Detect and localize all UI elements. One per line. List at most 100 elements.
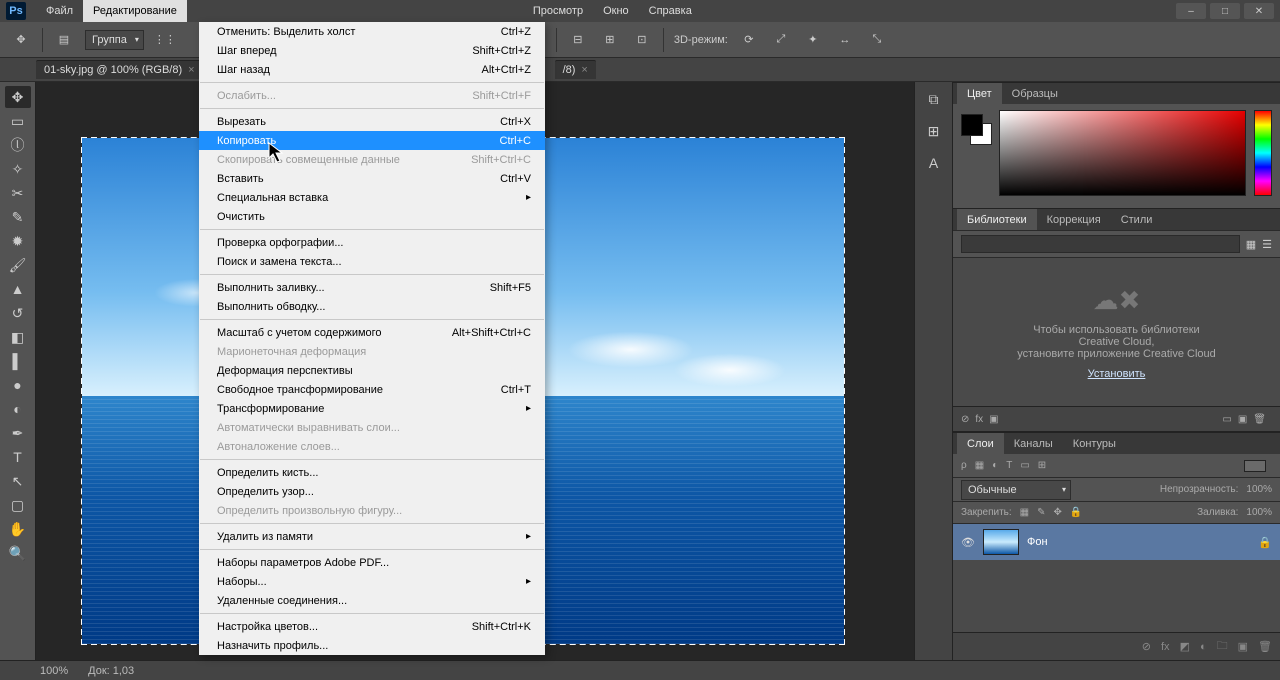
blend-mode-select[interactable]: Обычные <box>961 480 1071 500</box>
menu-item[interactable]: Шаг назадAlt+Ctrl+Z <box>199 60 545 79</box>
path-select-tool[interactable]: ↖ <box>5 470 31 492</box>
type-tool[interactable]: T <box>5 446 31 468</box>
filter-type-icon[interactable]: T <box>1006 460 1012 471</box>
menu-item[interactable]: Специальная вставка <box>199 188 545 207</box>
close-button[interactable]: ✕ <box>1244 3 1274 19</box>
scale-icon[interactable]: ⤡ <box>866 29 888 51</box>
layer-name[interactable]: Фон <box>1027 536 1048 548</box>
document-tab[interactable]: /8) × <box>555 60 596 79</box>
eyedropper-tool[interactable]: ✎ <box>5 206 31 228</box>
opacity-value[interactable]: 100% <box>1246 484 1272 495</box>
tab-swatches[interactable]: Образцы <box>1002 83 1068 104</box>
menu-item[interactable]: Назначить профиль... <box>199 636 545 655</box>
lock-all-icon[interactable]: 🔒 <box>1070 507 1082 518</box>
filter-shape-icon[interactable]: ▭ <box>1020 460 1029 471</box>
menu-item[interactable]: КопироватьCtrl+C <box>199 131 545 150</box>
lib-view-list-icon[interactable]: ☰ <box>1262 238 1272 251</box>
tab-paths[interactable]: Контуры <box>1063 433 1126 454</box>
menu-item[interactable]: Масштаб с учетом содержимогоAlt+Shift+Ct… <box>199 323 545 342</box>
menu-item[interactable]: Проверка орфографии... <box>199 233 545 252</box>
menu-item[interactable]: Выполнить обводку... <box>199 297 545 316</box>
menu-просмотр[interactable]: Просмотр <box>523 0 593 22</box>
lock-icon[interactable]: 🔒 <box>1258 536 1272 549</box>
history-brush-tool[interactable]: ↺ <box>5 302 31 324</box>
menu-item[interactable]: Настройка цветов...Shift+Ctrl+K <box>199 617 545 636</box>
hand-tool[interactable]: ✋ <box>5 518 31 540</box>
link-icon[interactable]: ⊘ <box>961 414 969 425</box>
menu-item[interactable]: Отменить: Выделить холстCtrl+Z <box>199 22 545 41</box>
character-panel-icon[interactable]: A <box>921 152 947 174</box>
menu-редактирование[interactable]: Редактирование <box>83 0 187 22</box>
filter-smart-icon[interactable]: ⊞ <box>1038 460 1046 471</box>
minimize-button[interactable]: – <box>1176 3 1206 19</box>
menu-item[interactable]: ВырезатьCtrl+X <box>199 112 545 131</box>
tab-styles[interactable]: Стили <box>1111 209 1163 230</box>
properties-panel-icon[interactable]: ⊞ <box>921 120 947 142</box>
menu-item[interactable]: Трансформирование <box>199 399 545 418</box>
distribute-2-icon[interactable]: ⊞ <box>599 29 621 51</box>
marquee-tool[interactable]: ▭ <box>5 110 31 132</box>
lock-transparency-icon[interactable]: ▦ <box>1020 507 1029 518</box>
lock-pixels-icon[interactable]: ✎ <box>1037 507 1045 518</box>
history-panel-icon[interactable]: ⧉ <box>921 88 947 110</box>
group-mode-select[interactable]: Группа <box>85 30 144 50</box>
visibility-icon[interactable]: 👁 <box>961 536 975 549</box>
slide-icon[interactable]: ↔ <box>834 29 856 51</box>
mask-icon[interactable]: ▣ <box>989 414 998 425</box>
rectangle-tool[interactable]: ▢ <box>5 494 31 516</box>
color-field[interactable] <box>999 110 1246 196</box>
lock-position-icon[interactable]: ✥ <box>1054 507 1062 518</box>
pan-icon[interactable]: ✦ <box>802 29 824 51</box>
filter-pixel-icon[interactable]: ▦ <box>975 460 984 471</box>
menu-справка[interactable]: Справка <box>639 0 702 22</box>
fill-value[interactable]: 100% <box>1246 507 1272 518</box>
tab-channels[interactable]: Каналы <box>1004 433 1063 454</box>
crop-tool[interactable]: ✂ <box>5 182 31 204</box>
zoom-level[interactable]: 100% <box>40 665 68 677</box>
menu-item[interactable]: Шаг впередShift+Ctrl+Z <box>199 41 545 60</box>
menu-item[interactable]: Определить узор... <box>199 482 545 501</box>
menu-item[interactable]: Наборы... <box>199 572 545 591</box>
lib-view-icon[interactable]: ▦ <box>1246 238 1256 251</box>
filter-adjust-icon[interactable]: ◐ <box>992 460 998 471</box>
fx-icon[interactable]: fx <box>975 414 983 425</box>
lasso-tool[interactable]: ⓛ <box>5 134 31 156</box>
menu-item[interactable]: Определить кисть... <box>199 463 545 482</box>
orbit-icon[interactable]: ⟳ <box>738 29 760 51</box>
menu-окно[interactable]: Окно <box>593 0 639 22</box>
distribute-1-icon[interactable]: ⊟ <box>567 29 589 51</box>
new-layer-icon[interactable]: ▣ <box>1238 414 1247 425</box>
link-layers-icon[interactable]: ⊘ <box>1142 640 1151 653</box>
tab-adjustments[interactable]: Коррекция <box>1037 209 1111 230</box>
menu-item[interactable]: Поиск и замена текста... <box>199 252 545 271</box>
close-icon[interactable]: × <box>188 64 194 76</box>
layers-stack-icon[interactable]: ▤ <box>53 29 75 51</box>
tab-libraries[interactable]: Библиотеки <box>957 209 1037 230</box>
folder-icon[interactable]: 🗀 <box>1217 637 1228 656</box>
layer-thumbnail[interactable] <box>983 529 1019 555</box>
move-tool[interactable]: ✥ <box>5 86 31 108</box>
magic-wand-tool[interactable]: ✧ <box>5 158 31 180</box>
zoom-tool[interactable]: 🔍 <box>5 542 31 564</box>
document-tab[interactable]: 01-sky.jpg @ 100% (RGB/8) × <box>36 60 203 79</box>
menu-item[interactable]: Очистить <box>199 207 545 226</box>
brush-tool[interactable]: 🖌 <box>5 254 31 276</box>
menu-item[interactable]: Удалить из памяти <box>199 527 545 546</box>
hue-slider[interactable] <box>1254 110 1272 196</box>
tab-color[interactable]: Цвет <box>957 83 1002 104</box>
trash-icon[interactable]: 🗑 <box>1258 640 1272 653</box>
close-icon[interactable]: × <box>581 64 587 76</box>
maximize-button[interactable]: □ <box>1210 3 1240 19</box>
spot-heal-tool[interactable]: ✹ <box>5 230 31 252</box>
new-layer-icon[interactable]: ▣ <box>1238 640 1248 653</box>
foreground-background-swatch[interactable] <box>961 114 991 150</box>
menu-item[interactable]: Наборы параметров Adobe PDF... <box>199 553 545 572</box>
mask-icon[interactable]: ◩ <box>1180 640 1190 653</box>
trash-icon[interactable]: 🗑 <box>1253 414 1266 425</box>
adjustment-layer-icon[interactable]: ◐ <box>1200 641 1207 653</box>
align-icon[interactable]: ⋮⋮ <box>154 29 176 51</box>
eraser-tool[interactable]: ◧ <box>5 326 31 348</box>
library-picker[interactable] <box>961 235 1240 253</box>
menu-item[interactable]: Свободное трансформированиеCtrl+T <box>199 380 545 399</box>
clone-stamp-tool[interactable]: ▲ <box>5 278 31 300</box>
